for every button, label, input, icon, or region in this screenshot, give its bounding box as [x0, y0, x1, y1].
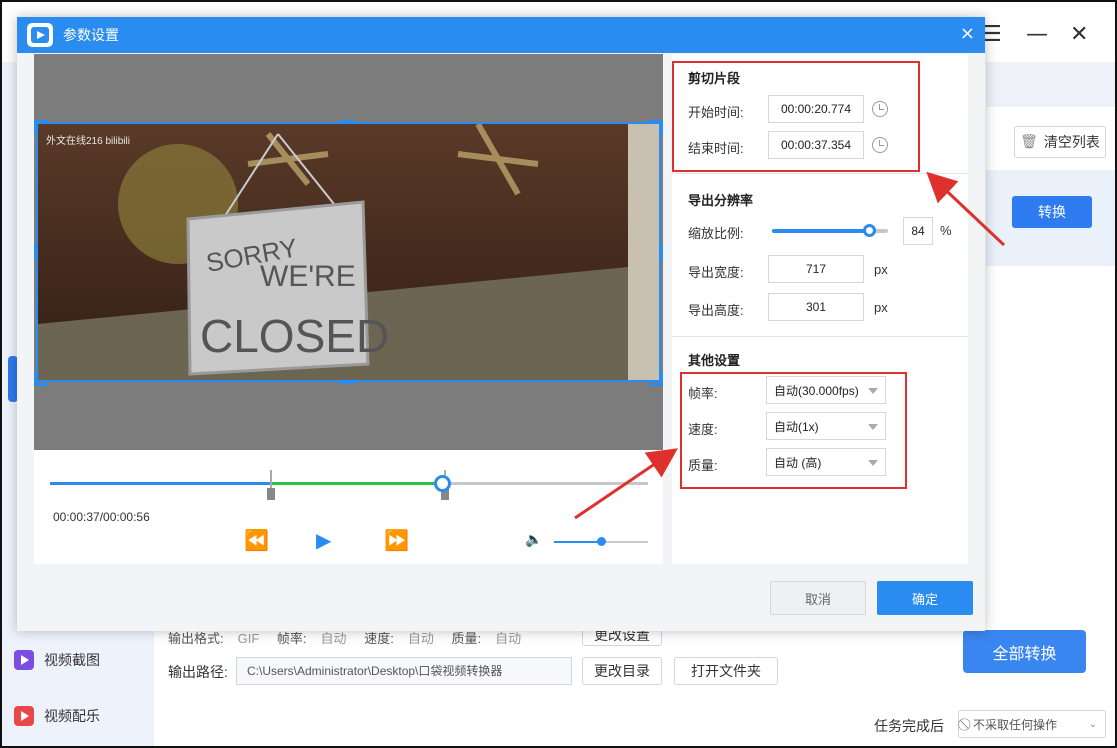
scale-unit: % [940, 223, 952, 238]
play-icon[interactable]: ▶ [316, 528, 331, 552]
volume-fill [554, 541, 601, 543]
rewind-icon[interactable]: ⏪ [244, 528, 269, 552]
section-divider [672, 336, 968, 337]
crop-handle-top-right[interactable] [649, 120, 663, 134]
playback-time: 00:00:37/00:00:56 [53, 510, 150, 524]
volume-slider[interactable] [554, 537, 648, 546]
format-label: 输出格式: [168, 631, 224, 646]
minimize-icon[interactable]: — [1026, 22, 1048, 47]
scale-slider[interactable] [772, 224, 888, 237]
fps-label: 帧率: [276, 631, 307, 646]
quality-label: 质量: [451, 631, 482, 646]
crop-handle-top-left[interactable] [34, 120, 48, 134]
resolution-section-title: 导出分辨率 [688, 193, 754, 208]
chevron-down-icon: ⌄ [1088, 718, 1097, 730]
sidebar-item-video-music[interactable]: 视频配乐 [14, 706, 100, 726]
crop-handle-left[interactable] [34, 244, 38, 260]
height-label: 导出高度: [688, 303, 744, 318]
volume-icon[interactable]: 🔈 [525, 532, 542, 548]
seek-knob[interactable] [433, 475, 451, 492]
clear-list-label: 清空列表 [1043, 134, 1100, 150]
dialog-title-bar: 参数设置 × [17, 17, 985, 53]
cut-highlight-box [672, 61, 920, 172]
scale-knob[interactable] [863, 224, 877, 237]
video-frame[interactable]: SORRY WE'RE CLOSED 外文在线216 bilibili [36, 122, 661, 382]
app-logo-icon [27, 23, 53, 47]
clip-start-marker[interactable] [267, 470, 276, 500]
width-field[interactable]: 717 [768, 255, 864, 283]
sign-text-were: WE'RE [260, 260, 356, 293]
after-task-select[interactable]: ⃠ 不采取任何操作 ⌄ [958, 710, 1106, 738]
height-unit: px [874, 300, 888, 315]
format-value: GIF [237, 631, 260, 646]
sidebar-item-label: 视频截图 [44, 652, 100, 668]
quality-value: 自动 [495, 631, 522, 646]
confirm-button[interactable]: 确定 [877, 581, 973, 615]
fast-forward-icon[interactable]: ⏩ [384, 528, 409, 552]
width-label: 导出宽度: [688, 265, 744, 280]
width-unit: px [874, 262, 888, 277]
sign-text-closed: CLOSED [200, 310, 389, 362]
dialog-title: 参数设置 [63, 27, 119, 43]
clear-list-button[interactable]: 🗑 清空列表 [1014, 126, 1106, 158]
open-folder-button[interactable]: 打开文件夹 [674, 657, 778, 685]
video-player-panel: SORRY WE'RE CLOSED 外文在线216 bilibili 00:0… [34, 54, 663, 564]
sidebar-item-video-screenshot[interactable]: 视频截图 [14, 650, 100, 670]
after-task-value: 不采取任何操作 [973, 717, 1058, 732]
crop-handle-top[interactable] [340, 120, 356, 124]
height-field[interactable]: 301 [768, 293, 864, 321]
fps-value: 自动 [320, 631, 347, 646]
seek-played [50, 482, 272, 485]
scale-fill [772, 229, 870, 233]
crop-handle-bottom-right[interactable] [649, 372, 663, 386]
speed-label: 速度: [364, 631, 394, 646]
convert-all-button[interactable]: 全部转换 [963, 630, 1086, 673]
video-screenshot-icon [14, 650, 34, 670]
output-path-label: 输出路径: [168, 664, 228, 680]
video-watermark: 外文在线216 bilibili [46, 136, 130, 147]
trash-icon: 🗑 [1020, 134, 1038, 150]
speed-value: 自动 [407, 631, 434, 646]
video-frame-image: SORRY WE'RE CLOSED [38, 124, 659, 380]
after-task-label: 任务完成后 [874, 718, 944, 734]
video-music-icon [14, 706, 34, 726]
close-icon[interactable]: × [960, 23, 975, 44]
app-header-strip [986, 62, 1115, 107]
section-divider [672, 173, 968, 174]
scale-field[interactable]: 84 [903, 217, 933, 245]
convert-button[interactable]: 转换 [1012, 196, 1092, 228]
volume-knob[interactable] [597, 537, 606, 546]
other-highlight-box [680, 372, 907, 489]
cancel-button[interactable]: 取消 [770, 581, 866, 615]
crop-handle-bottom[interactable] [340, 380, 356, 384]
other-section-title: 其他设置 [688, 353, 741, 368]
close-app-icon[interactable]: ✕ [1070, 22, 1088, 47]
sidebar-item-label: 视频配乐 [44, 708, 100, 724]
crop-handle-bottom-left[interactable] [34, 372, 48, 386]
scale-label: 缩放比例: [688, 226, 744, 241]
clip-range [271, 482, 442, 485]
output-path-field[interactable]: C:\Users\Administrator\Desktop\口袋视频转换器 [236, 657, 572, 685]
crop-handle-right[interactable] [659, 244, 663, 260]
seek-bar[interactable] [50, 470, 648, 500]
change-dir-button[interactable]: 更改目录 [582, 657, 662, 685]
